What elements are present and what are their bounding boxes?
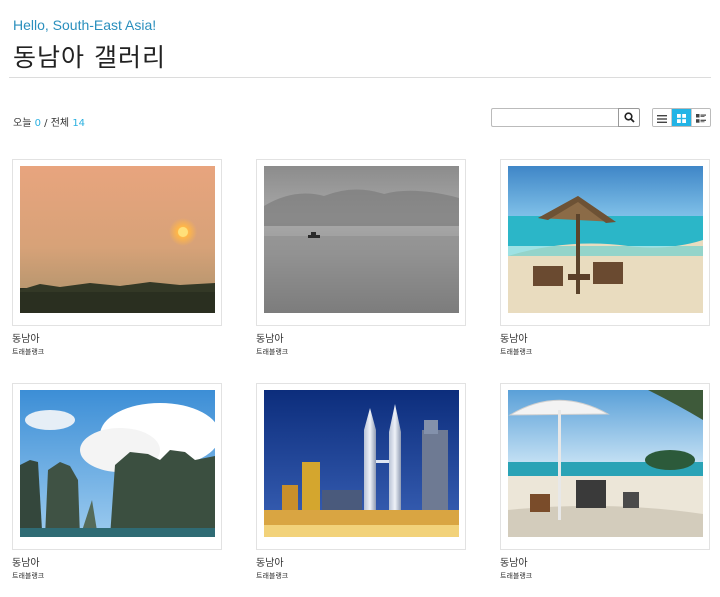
grid-view-icon (676, 109, 686, 126)
gallery-thumbnail-frame (500, 159, 710, 326)
header-divider (9, 77, 711, 78)
gallery-item-author: 트래블랭크 (500, 572, 533, 580)
gallery-thumbnail-frame (256, 383, 466, 550)
list-view-icon (657, 109, 668, 126)
gallery-item[interactable]: 동남아 트래블랭크 (12, 383, 222, 580)
page-title: 동남아 갤러리 (13, 43, 166, 72)
total-label: 전체 (50, 118, 70, 129)
gallery-thumbnail[interactable] (264, 390, 459, 537)
gallery-item[interactable]: 동남아 트래블랭크 (256, 159, 466, 356)
list-view-button[interactable] (653, 109, 673, 126)
gallery-thumbnail-frame (500, 383, 710, 550)
detail-view-button[interactable] (691, 109, 710, 126)
detail-view-icon (695, 109, 706, 126)
gallery-thumbnail-frame (256, 159, 466, 326)
gallery-thumbnail[interactable] (20, 390, 215, 537)
gallery-item-title[interactable]: 동남아 (256, 558, 466, 570)
gallery-item-author: 트래블랭크 (256, 348, 289, 356)
gallery-item[interactable]: 동남아 트래블랭크 (12, 159, 222, 356)
view-mode-toggle (652, 108, 711, 127)
gallery-thumbnail[interactable] (508, 166, 703, 313)
gallery-item-title[interactable]: 동남아 (12, 558, 222, 570)
gallery-item[interactable]: 동남아 트래블랭크 (500, 383, 710, 580)
gallery-item-title[interactable]: 동남아 (256, 334, 466, 346)
gallery-item-author: 트래블랭크 (500, 348, 533, 356)
search-input[interactable] (491, 108, 619, 127)
search-icon (623, 108, 635, 127)
gallery-thumbnail[interactable] (20, 166, 215, 313)
gallery-item-author: 트래블랭크 (12, 348, 45, 356)
count-separator: / (44, 118, 48, 129)
gallery-item[interactable]: 동남아 트래블랭크 (256, 383, 466, 580)
total-count: 14 (72, 118, 86, 129)
gallery-thumbnail[interactable] (264, 166, 459, 313)
gallery-item-title[interactable]: 동남아 (500, 558, 710, 570)
gallery-thumbnail-frame (12, 159, 222, 326)
grid-view-button[interactable] (672, 109, 692, 126)
gallery-item-title[interactable]: 동남아 (12, 334, 222, 346)
gallery-item-title[interactable]: 동남아 (500, 334, 710, 346)
greeting-text: Hello, South-East Asia! (13, 17, 157, 33)
gallery-item-author: 트래블랭크 (256, 572, 289, 580)
gallery-thumbnail[interactable] (508, 390, 703, 537)
gallery-item[interactable]: 동남아 트래블랭크 (500, 159, 710, 356)
today-label: 오늘 (13, 118, 32, 129)
search-bar (491, 108, 640, 127)
search-button[interactable] (618, 108, 640, 127)
today-count: 0 (34, 118, 41, 129)
gallery-thumbnail-frame (12, 383, 222, 550)
gallery-item-author: 트래블랭크 (12, 572, 45, 580)
post-counts: 오늘 0 / 전체 14 (13, 114, 85, 129)
